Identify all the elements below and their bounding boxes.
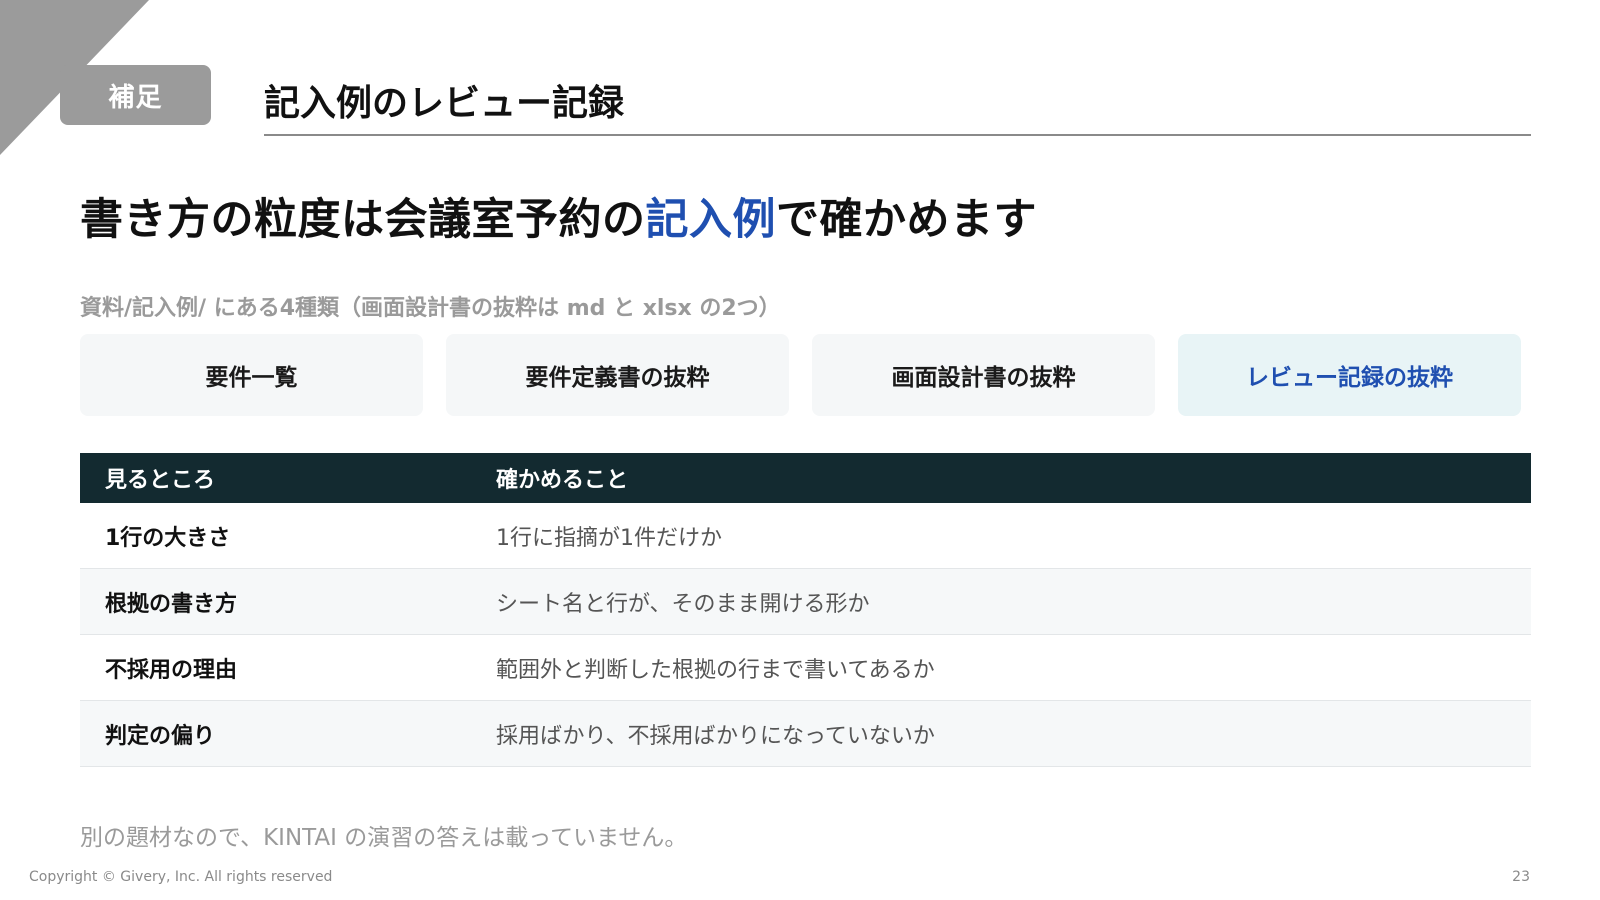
page-title: 記入例のレビュー記録	[264, 83, 625, 124]
badge-label: 補足	[108, 82, 163, 113]
copyright: Copyright © Givery, Inc. All rights rese…	[29, 869, 333, 885]
footnote: 別の題材なので、KINTAI の演習の答えは載っていません。	[80, 825, 688, 851]
table-row: 1行の大きさ 1行に指摘が1件だけか	[80, 503, 1531, 569]
card-label: レビュー記録の抜粋	[1246, 365, 1453, 391]
headline: 書き方の粒度は会議室予約の記入例で確かめます	[80, 185, 1037, 247]
row-label: 判定の偏り	[105, 723, 216, 749]
page-number: 23	[1512, 869, 1530, 885]
materials-caption: 資料/記入例/ にある4種類（画面設計書の抜粋は md と xlsx の2つ）	[80, 296, 781, 321]
supplement-badge: 補足	[60, 65, 211, 125]
card-label: 要件定義書の抜粋	[525, 365, 710, 391]
card-label: 要件一覧	[205, 365, 298, 391]
card-label: 画面設計書の抜粋	[891, 365, 1076, 391]
table-row: 判定の偏り 採用ばかり、不採用ばかりになっていないか	[80, 701, 1531, 767]
headline-text-after: で確かめます	[776, 195, 1037, 245]
checkpoints-table: 見るところ 確かめること 1行の大きさ 1行に指摘が1件だけか 根拠の書き方 シ…	[80, 453, 1531, 767]
card-requirements-spec-excerpt: 要件定義書の抜粋	[446, 334, 789, 416]
headline-accent: 記入例	[645, 195, 776, 245]
card-screen-design-excerpt: 画面設計書の抜粋	[812, 334, 1155, 416]
card-requirements-list: 要件一覧	[80, 334, 423, 416]
row-description: 1行に指摘が1件だけか	[496, 525, 722, 551]
example-cards: 要件一覧 要件定義書の抜粋 画面設計書の抜粋 レビュー記録の抜粋	[80, 334, 1529, 416]
row-label: 不採用の理由	[105, 657, 238, 683]
header-where-to-look: 見るところ	[105, 468, 216, 493]
row-description: 範囲外と判断した根拠の行まで書いてあるか	[496, 657, 935, 683]
row-description: シート名と行が、そのまま開ける形か	[496, 591, 870, 617]
row-label: 根拠の書き方	[105, 591, 238, 617]
title-divider	[264, 134, 1531, 136]
headline-text-before: 書き方の粒度は会議室予約の	[80, 195, 646, 245]
row-description: 採用ばかり、不採用ばかりになっていないか	[496, 723, 935, 749]
row-label: 1行の大きさ	[105, 525, 231, 551]
table-header: 見るところ 確かめること	[80, 453, 1531, 503]
card-review-record-excerpt: レビュー記録の抜粋	[1178, 334, 1521, 416]
table-row: 根拠の書き方 シート名と行が、そのまま開ける形か	[80, 569, 1531, 635]
table-row: 不採用の理由 範囲外と判断した根拠の行まで書いてあるか	[80, 635, 1531, 701]
header-what-to-check: 確かめること	[496, 468, 629, 493]
